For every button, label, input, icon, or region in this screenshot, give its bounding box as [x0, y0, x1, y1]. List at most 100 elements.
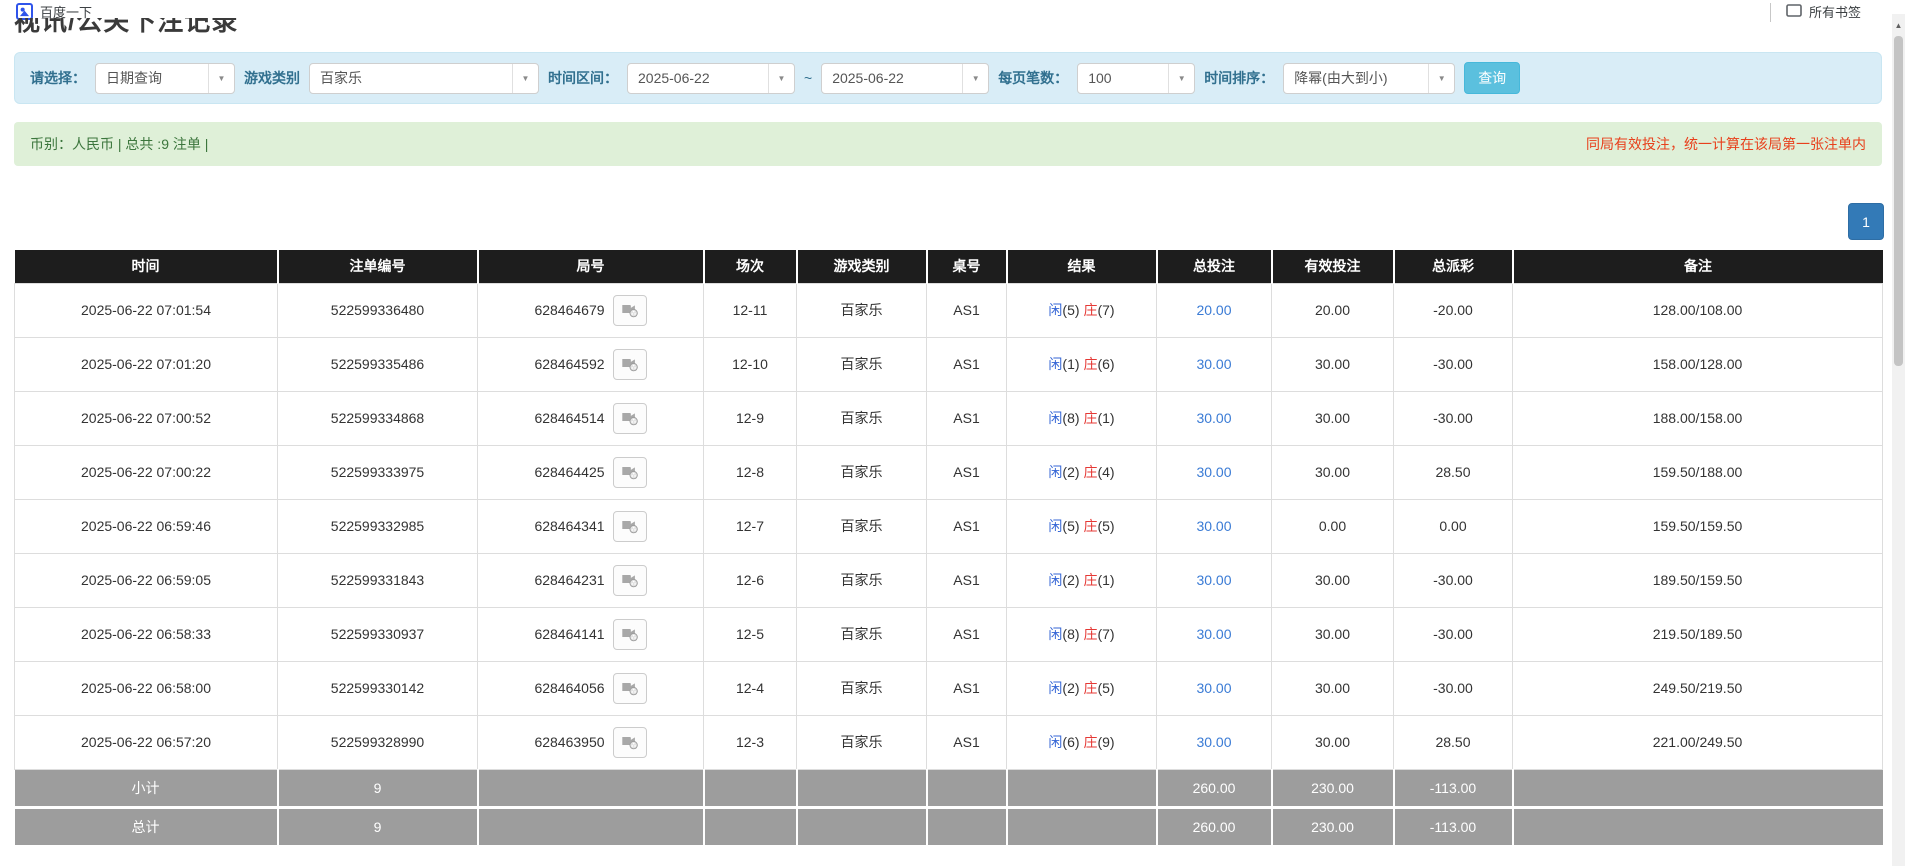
- date-from-select[interactable]: 2025-06-22 ▼: [627, 63, 795, 94]
- total-bet-link[interactable]: 30.00: [1196, 464, 1231, 480]
- video-replay-button[interactable]: [613, 457, 647, 488]
- banker-result-label: 庄: [1083, 464, 1097, 480]
- valid-bet-cell: 0.00: [1272, 499, 1394, 553]
- video-replay-button[interactable]: [613, 511, 647, 542]
- result-cell: 闲(1) 庄(6): [1007, 337, 1157, 391]
- total-bet-link[interactable]: 30.00: [1196, 518, 1231, 534]
- scroll-up-arrow-icon[interactable]: ▲: [1892, 18, 1905, 32]
- chevron-down-icon: ▼: [512, 64, 538, 93]
- result-cell: 闲(2) 庄(5): [1007, 661, 1157, 715]
- total-row: 总计 9 260.00 230.00 -113.00: [15, 807, 1883, 845]
- bet-number-cell: 522599335486: [278, 337, 478, 391]
- scrollbar-thumb[interactable]: [1894, 36, 1903, 366]
- table-row: 2025-06-22 07:01:20 522599335486 6284645…: [15, 337, 1883, 391]
- table-row: 2025-06-22 06:59:46 522599332985 6284643…: [15, 499, 1883, 553]
- player-result-label: 闲: [1048, 680, 1062, 696]
- table-header-row: 时间注单编号局号场次游戏类别桌号结果总投注有效投注总派彩备注: [15, 250, 1883, 283]
- time-sort-label: 时间排序：: [1204, 68, 1274, 88]
- result-cell: 闲(6) 庄(9): [1007, 715, 1157, 769]
- table-number-cell: AS1: [927, 553, 1007, 607]
- column-header: 时间: [15, 250, 278, 283]
- game-category-select[interactable]: 百家乐 ▼: [309, 63, 539, 94]
- payout-cell: -30.00: [1394, 661, 1513, 715]
- total-bet-link[interactable]: 30.00: [1196, 680, 1231, 696]
- video-replay-button[interactable]: [613, 349, 647, 380]
- remark-cell: 249.50/219.50: [1513, 661, 1883, 715]
- session-cell: 12-7: [704, 499, 797, 553]
- column-header: 有效投注: [1272, 250, 1394, 283]
- time-cell: 2025-06-22 06:57:20: [15, 715, 278, 769]
- subtotal-count: 9: [278, 769, 478, 807]
- table-row: 2025-06-22 06:58:33 522599330937 6284641…: [15, 607, 1883, 661]
- video-replay-button[interactable]: [613, 673, 647, 704]
- column-header: 注单编号: [278, 250, 478, 283]
- total-bet-link[interactable]: 30.00: [1196, 356, 1231, 372]
- player-result-label: 闲: [1048, 464, 1062, 480]
- video-replay-icon: [620, 408, 639, 429]
- video-replay-button[interactable]: [613, 565, 647, 596]
- subtotal-total-bet: 260.00: [1157, 769, 1272, 807]
- video-replay-icon: [620, 516, 639, 537]
- table-row: 2025-06-22 06:59:05 522599331843 6284642…: [15, 553, 1883, 607]
- video-replay-button[interactable]: [613, 619, 647, 650]
- total-payout: -113.00: [1394, 807, 1513, 845]
- player-result-label: 闲: [1048, 734, 1062, 750]
- round-number-cell: 628463950: [478, 715, 704, 769]
- player-result-label: 闲: [1048, 302, 1062, 318]
- total-bet-link[interactable]: 30.00: [1196, 572, 1231, 588]
- remark-cell: 159.50/159.50: [1513, 499, 1883, 553]
- total-bet-cell: 20.00: [1157, 283, 1272, 337]
- table-row: 2025-06-22 06:58:00 522599330142 6284640…: [15, 661, 1883, 715]
- video-replay-button[interactable]: [613, 403, 647, 434]
- all-bookmarks-button[interactable]: 所有书签: [1786, 2, 1861, 21]
- chevron-down-icon: ▼: [962, 64, 988, 93]
- game-category-cell: 百家乐: [797, 715, 927, 769]
- valid-bet-cell: 30.00: [1272, 337, 1394, 391]
- payout-cell: -30.00: [1394, 553, 1513, 607]
- chevron-down-icon: ▼: [1428, 64, 1454, 93]
- game-category-cell: 百家乐: [797, 391, 927, 445]
- currency-total-text: 币别：人民币 | 总共 :9 注单 |: [30, 134, 208, 154]
- game-category-cell: 百家乐: [797, 283, 927, 337]
- total-bet-link[interactable]: 20.00: [1196, 302, 1231, 318]
- table-number-cell: AS1: [927, 499, 1007, 553]
- valid-bet-cell: 30.00: [1272, 661, 1394, 715]
- remark-cell: 188.00/158.00: [1513, 391, 1883, 445]
- total-bet-link[interactable]: 30.00: [1196, 626, 1231, 642]
- time-sort-select[interactable]: 降幂(由大到小) ▼: [1283, 63, 1455, 94]
- game-category-cell: 百家乐: [797, 445, 927, 499]
- time-cell: 2025-06-22 07:01:54: [15, 283, 278, 337]
- total-bet-link[interactable]: 30.00: [1196, 734, 1231, 750]
- result-cell: 闲(2) 庄(1): [1007, 553, 1157, 607]
- player-result-label: 闲: [1048, 626, 1062, 642]
- page-title: 视讯/公关下注记录: [14, 18, 614, 35]
- table-number-cell: AS1: [927, 607, 1007, 661]
- result-cell: 闲(5) 庄(5): [1007, 499, 1157, 553]
- bet-number-cell: 522599328990: [278, 715, 478, 769]
- result-cell: 闲(5) 庄(7): [1007, 283, 1157, 337]
- game-category-cell: 百家乐: [797, 337, 927, 391]
- date-to-select[interactable]: 2025-06-22 ▼: [821, 63, 989, 94]
- query-type-select[interactable]: 日期查询 ▼: [95, 63, 235, 94]
- game-category-cell: 百家乐: [797, 661, 927, 715]
- result-cell: 闲(8) 庄(1): [1007, 391, 1157, 445]
- search-button[interactable]: 查询: [1464, 62, 1520, 94]
- total-bet-link[interactable]: 30.00: [1196, 410, 1231, 426]
- video-replay-button[interactable]: [613, 295, 647, 326]
- video-replay-icon: [620, 678, 639, 699]
- game-category-label: 游戏类别: [244, 68, 300, 88]
- chevron-down-icon: ▼: [768, 64, 794, 93]
- total-bet-cell: 30.00: [1157, 499, 1272, 553]
- table-footer: 小计 9 260.00 230.00 -113.00 总计 9 260.00 2…: [15, 769, 1883, 845]
- bet-number-cell: 522599330142: [278, 661, 478, 715]
- page-size-select[interactable]: 100 ▼: [1077, 63, 1195, 94]
- banker-result-label: 庄: [1083, 518, 1097, 534]
- time-cell: 2025-06-22 07:00:22: [15, 445, 278, 499]
- payout-cell: 28.50: [1394, 445, 1513, 499]
- round-number-cell: 628464141: [478, 607, 704, 661]
- page-button-1[interactable]: 1: [1848, 203, 1884, 240]
- banker-result-label: 庄: [1083, 356, 1097, 372]
- time-cell: 2025-06-22 07:01:20: [15, 337, 278, 391]
- video-replay-button[interactable]: [613, 727, 647, 758]
- time-cell: 2025-06-22 06:59:05: [15, 553, 278, 607]
